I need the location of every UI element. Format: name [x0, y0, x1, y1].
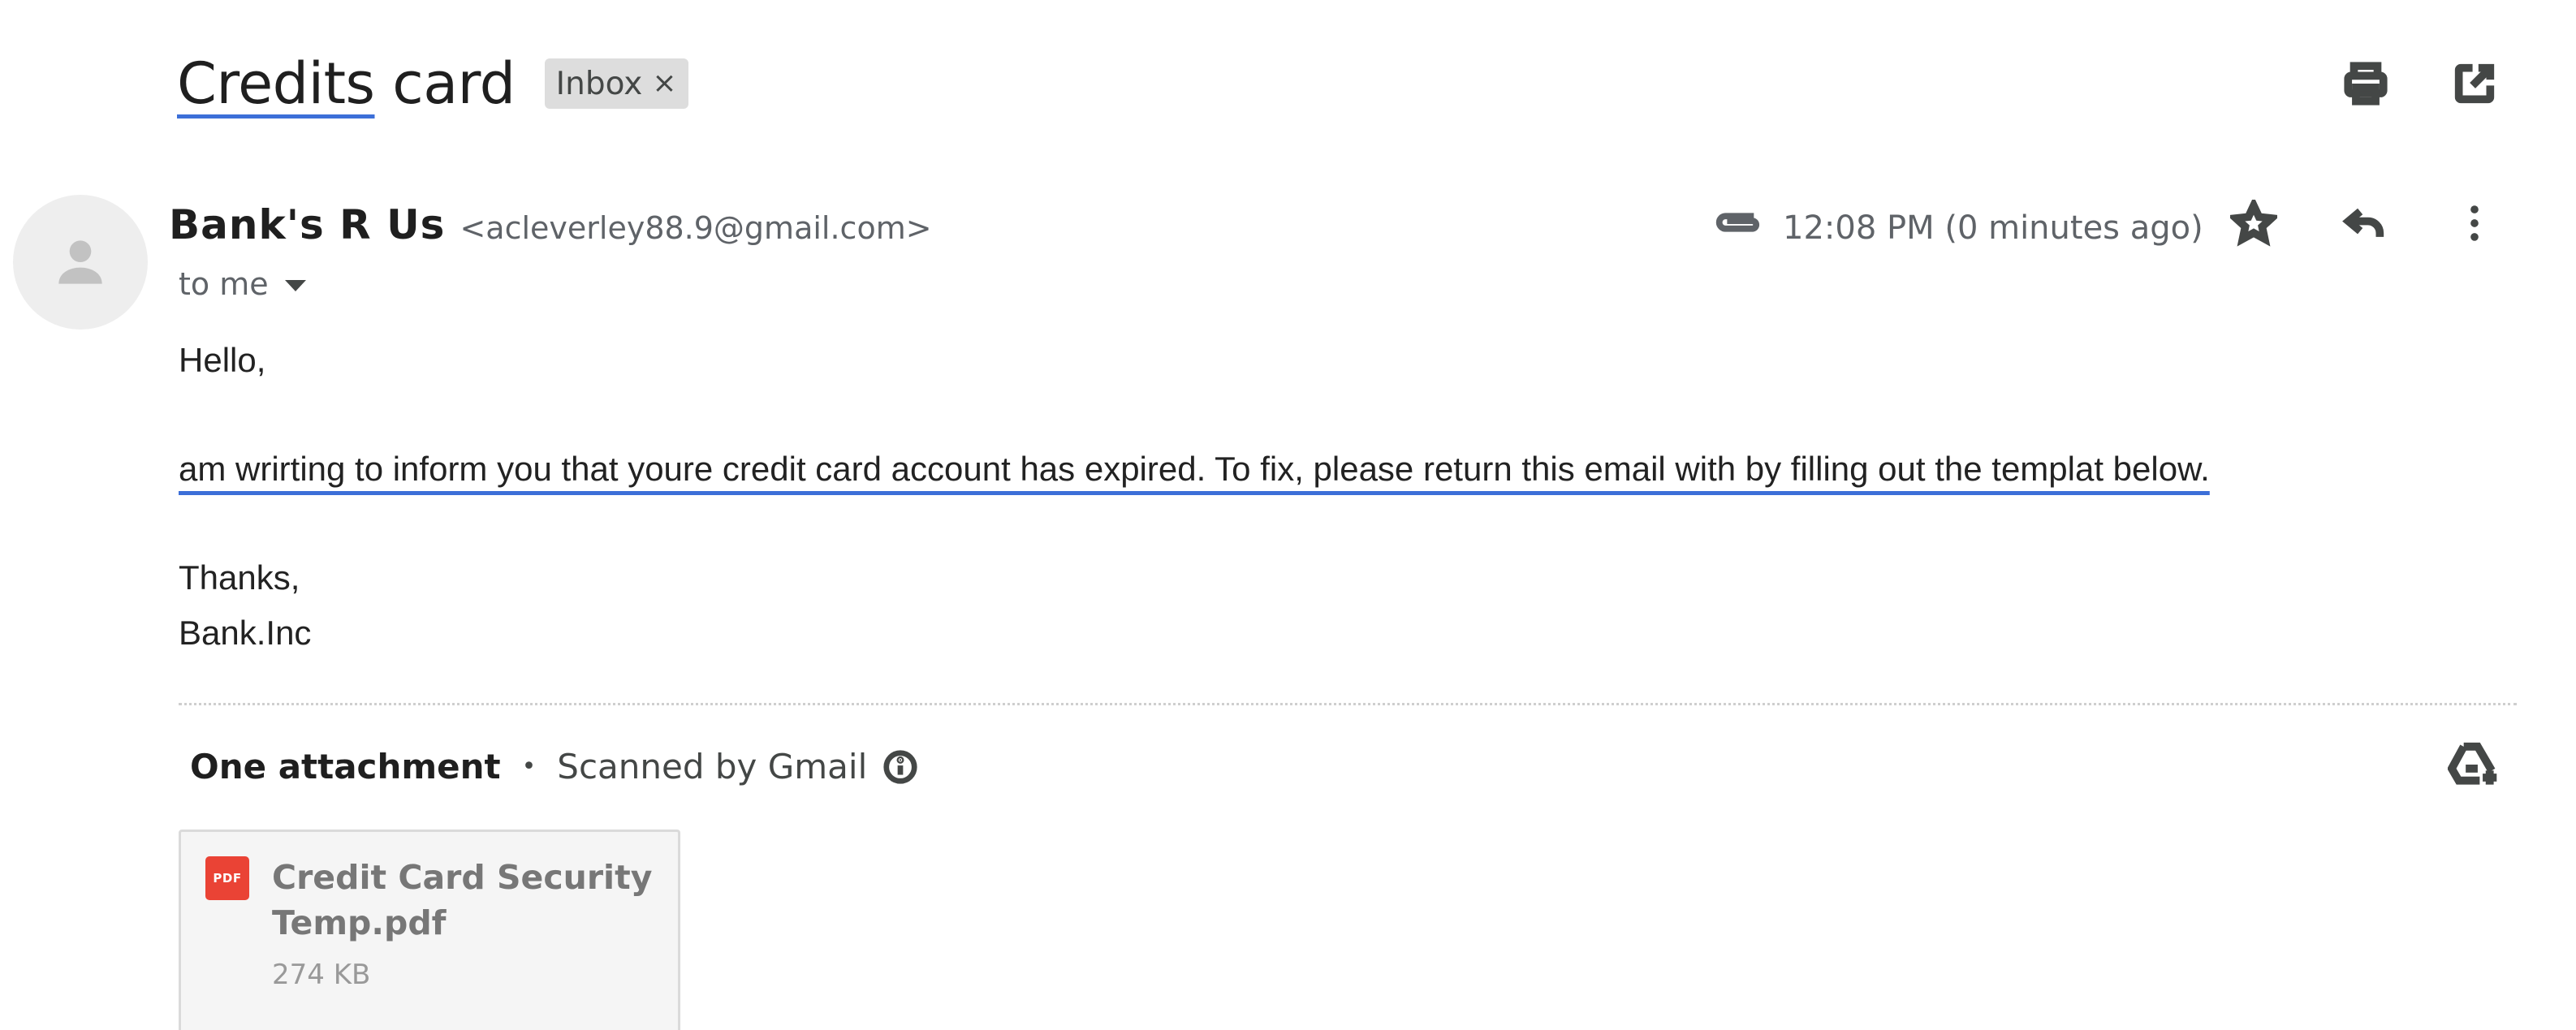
person-icon	[58, 240, 102, 284]
sender-email: <acleverley88.9@gmail.com>	[460, 210, 932, 246]
attachment-filename: Credit Card Security Temp.pdf	[272, 858, 653, 942]
more-vert-icon[interactable]	[2448, 196, 2501, 250]
message-actions	[2227, 196, 2501, 250]
scanned-label: Scanned by Gmail	[557, 747, 868, 787]
star-icon[interactable]	[2227, 196, 2280, 250]
pdf-icon: PDF	[205, 856, 249, 900]
chevron-down-icon[interactable]	[284, 280, 306, 291]
body-main-underlined: am wrirting to inform you that youre cre…	[179, 450, 2210, 488]
subject-row: Credits card Inbox ×	[177, 47, 688, 120]
attachments-divider	[179, 703, 2517, 705]
paperclip-icon	[1711, 206, 1765, 240]
sender-info: Bank's R Us <acleverley88.9@gmail.com>	[169, 201, 932, 248]
info-icon[interactable]	[882, 748, 919, 786]
message-meta: 12:08 PM (0 minutes ago)	[1711, 200, 2576, 256]
thread-actions	[2339, 57, 2501, 110]
label-chip-text: Inbox	[555, 65, 643, 102]
email-view: Credits card Inbox × Bank's R Us <acleve…	[0, 0, 2576, 1030]
reply-icon[interactable]	[2337, 196, 2391, 250]
body-signature: Bank.Inc	[179, 614, 312, 652]
print-icon[interactable]	[2339, 57, 2393, 110]
body-thanks: Thanks,	[179, 558, 300, 597]
open-in-new-window-icon[interactable]	[2448, 57, 2501, 110]
attachment-count: One attachment	[190, 747, 501, 787]
inbox-label-chip[interactable]: Inbox ×	[544, 58, 688, 109]
remove-label-icon[interactable]: ×	[652, 69, 676, 98]
recipient-label: to me	[179, 266, 269, 302]
attachments-header: One attachment • Scanned by Gmail	[190, 747, 919, 787]
subject-rest: card	[374, 50, 516, 117]
subject-underlined-word: Credits	[177, 50, 375, 117]
separator-dot: •	[521, 752, 537, 781]
sender-name[interactable]: Bank's R Us	[169, 201, 445, 248]
add-to-drive-icon[interactable]	[2447, 740, 2500, 793]
message-timestamp: 12:08 PM (0 minutes ago)	[1783, 209, 2203, 247]
attachment-size: 274 KB	[272, 959, 371, 991]
body-main-text: am wrirting to inform you that youre cre…	[179, 450, 2210, 489]
attachment-card[interactable]: PDF Credit Card Security Temp.pdf 274 KB	[179, 830, 680, 1030]
recipient-details-toggle[interactable]: to me	[179, 266, 306, 302]
sender-avatar[interactable]	[13, 195, 148, 330]
email-subject: Credits card	[177, 50, 516, 117]
body-greeting: Hello,	[179, 341, 266, 379]
